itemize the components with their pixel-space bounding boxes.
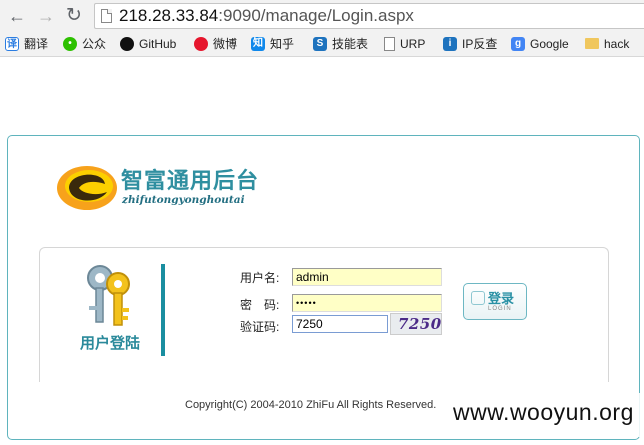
captcha-image-text: 7250	[398, 315, 442, 333]
password-input[interactable]: •••••	[292, 294, 442, 312]
bookmark-zhihu[interactable]: 知知乎	[251, 35, 294, 54]
bookmark-label: IP反查	[462, 37, 498, 51]
google-icon: g	[511, 36, 525, 51]
bookmark-label: 微博	[213, 37, 238, 51]
zhihu-icon: 知	[251, 36, 265, 51]
weibo-icon	[194, 36, 208, 51]
page-icon	[384, 36, 395, 51]
github-icon	[120, 36, 134, 51]
bookmark-label: 技能表	[332, 37, 369, 51]
ip-icon: i	[443, 36, 457, 51]
keys-icon	[87, 265, 130, 326]
bookmark-label: Google	[530, 37, 569, 51]
captcha-label: 验证码:	[240, 320, 280, 334]
watermark: www.wooyun.org	[443, 393, 644, 437]
bookmark-label: 知乎	[270, 37, 295, 51]
captcha-input[interactable]	[292, 315, 388, 333]
back-arrow-icon[interactable]: ←	[6, 5, 28, 27]
browser-toolbar: ← → ↻ 218.28.33.84:9090/manage/Login.asp…	[0, 0, 644, 32]
zhifu-logo-icon	[57, 166, 117, 210]
bookmark-label: hack	[604, 37, 630, 51]
wechat-icon: •	[63, 36, 77, 51]
translate-icon: 译	[5, 36, 19, 51]
folder-icon	[585, 38, 599, 50]
username-label: 用户名:	[240, 271, 280, 285]
login-icon	[471, 291, 485, 305]
s-icon: S	[313, 36, 327, 51]
divider-bar	[161, 264, 165, 356]
page-icon	[101, 9, 112, 23]
bookmark-wechat[interactable]: • 公众	[63, 35, 106, 54]
bookmark-label: GitHub	[139, 37, 177, 51]
bookmark-ip-lookup[interactable]: i IP反查	[443, 35, 497, 54]
user-login-label: 用户登陆	[80, 335, 141, 352]
brand-title: 智富通用后台	[121, 168, 260, 193]
brand-subtitle: zhifutongyonghoutai	[122, 194, 245, 206]
bookmark-skills[interactable]: S 技能表	[313, 35, 368, 54]
login-button-sublabel: LOGIN	[488, 306, 512, 312]
bookmark-google[interactable]: g Google	[511, 35, 569, 54]
bookmark-translate[interactable]: 译翻译	[5, 35, 48, 54]
bookmark-label: 公众	[82, 37, 107, 51]
captcha-image[interactable]: 7250	[390, 313, 442, 335]
url-path: :9090/manage/Login.aspx	[218, 6, 414, 25]
bookmark-label: 翻译	[24, 37, 49, 51]
password-label: 密 码:	[240, 298, 280, 312]
url-host: 218.28.33.84	[119, 6, 219, 25]
bookmark-weibo[interactable]: 微博	[194, 35, 237, 54]
bookmarks-bar: 译翻译 • 公众 GitHub 微博 知知乎 S 技能表 URP i IP反查 g Go…	[0, 32, 644, 57]
bookmark-hack[interactable]: hack	[585, 35, 629, 54]
username-input[interactable]	[292, 268, 442, 286]
login-button[interactable]: 登录 LOGIN	[463, 283, 527, 320]
forward-arrow-icon[interactable]: →	[35, 5, 57, 27]
bookmark-github[interactable]: GitHub	[120, 35, 176, 54]
address-bar[interactable]: 218.28.33.84:9090/manage/Login.aspx	[94, 3, 644, 29]
reload-icon[interactable]: ↻	[63, 5, 85, 27]
bookmark-urp[interactable]: URP	[384, 35, 425, 54]
login-button-label: 登录	[488, 291, 515, 306]
bookmark-label: URP	[400, 37, 426, 51]
url-text[interactable]: 218.28.33.84:9090/manage/Login.aspx	[119, 6, 414, 26]
copyright-text: Copyright(C) 2004-2010 ZhiFu All Rights …	[185, 399, 437, 411]
